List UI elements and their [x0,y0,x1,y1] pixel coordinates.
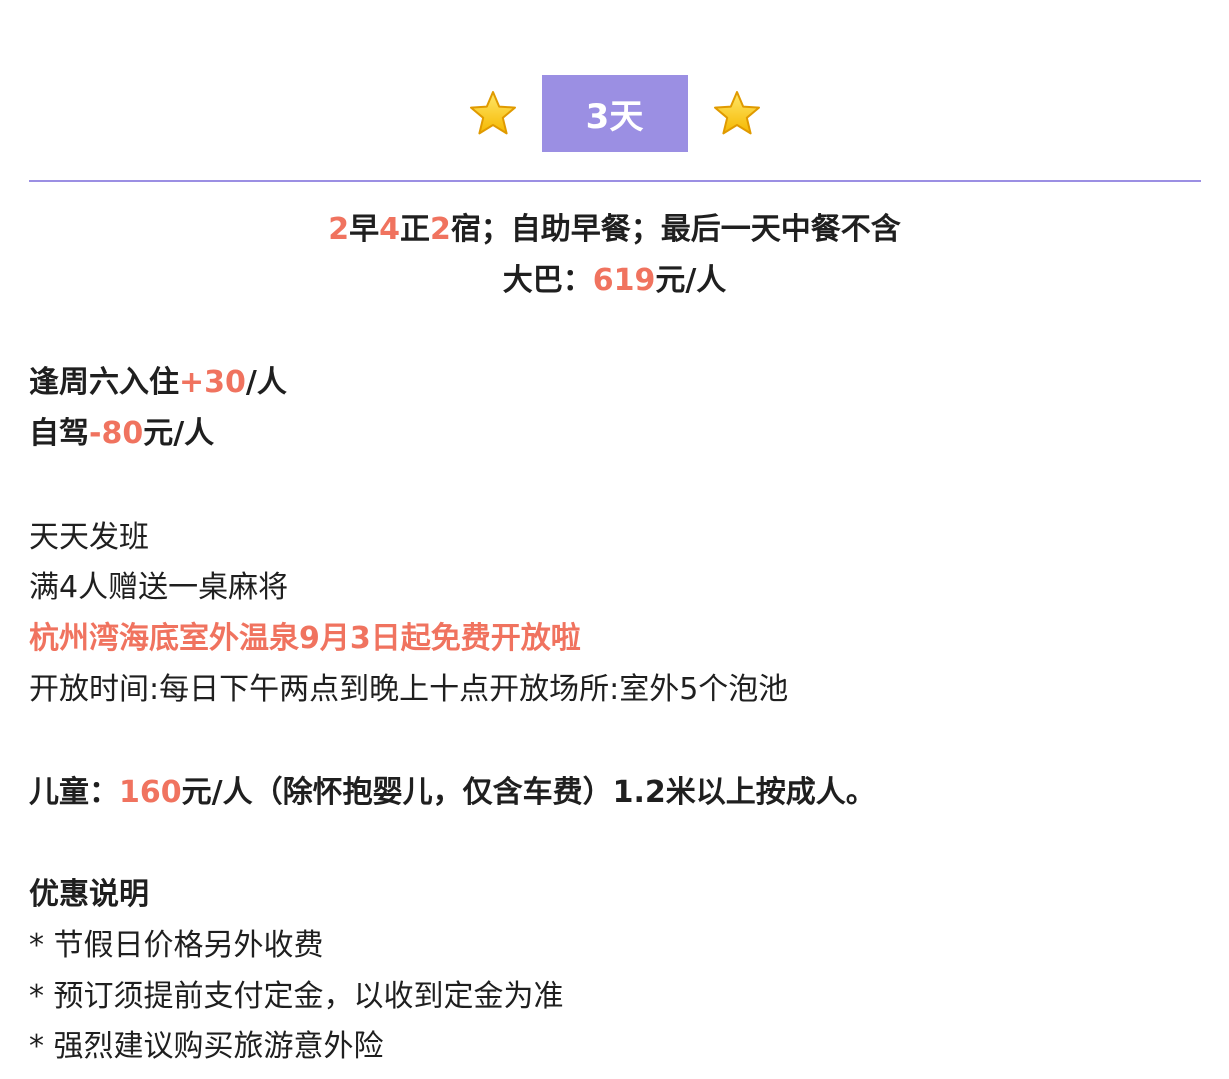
daily-departure: 天天发班 [29,520,149,555]
meal-label-rest: 宿；自助早餐；最后一天中餐不含 [450,212,901,247]
self-drive-value: -80 [89,416,144,451]
saturday-unit: /人 [245,365,287,400]
child-price-rest: 元/人（除怀抱婴儿，仅含车费）1.2米以上按成人。 [181,775,876,810]
discount-title: 优惠说明 [29,877,149,912]
star-icon [713,90,760,134]
discount-item: * 强烈建议购买旅游意外险 [29,1029,384,1064]
self-drive-label: 自驾 [29,416,89,451]
discount-item: * 节假日价格另外收费 [29,928,324,963]
discount-item: * 预订须提前支付定金，以收到定金为准 [29,979,564,1014]
child-price-value: 160 [119,775,182,810]
saturday-extra: +30 [179,365,246,400]
meal-count-nights: 2 [429,212,451,247]
day-badge: 3天 [541,75,688,152]
bus-price: 大巴：619元/人 [0,261,1229,301]
self-drive-discount: 自驾-80元/人 [29,414,214,454]
meal-label-breakfast: 早 [349,212,380,247]
self-drive-unit: 元/人 [143,416,215,451]
child-label: 儿童： [29,775,119,810]
bus-label: 大巴： [502,263,593,298]
bus-price-value: 619 [592,263,656,298]
saturday-surcharge: 逢周六入住+30/人 [29,363,287,403]
meal-count-breakfast: 2 [328,212,350,247]
opening-hours: 开放时间:每日下午两点到晚上十点开放场所:室外5个泡池 [29,672,789,707]
meal-count-main: 4 [379,212,400,247]
divider [29,180,1201,182]
meal-plan: 2早4正2宿；自助早餐；最后一天中餐不含 [0,210,1229,250]
hot-spring-notice: 杭州湾海底室外温泉9月3日起免费开放啦 [29,621,581,656]
saturday-label: 逢周六入住 [29,365,179,400]
header-row: 3天 [0,75,1229,152]
meal-label-main: 正 [399,212,430,247]
mahjong-gift: 满4人赠送一桌麻将 [29,570,289,605]
bus-price-unit: 元/人 [655,263,727,298]
star-icon [469,90,516,134]
child-price: 儿童：160元/人（除怀抱婴儿，仅含车费）1.2米以上按成人。 [29,773,876,813]
